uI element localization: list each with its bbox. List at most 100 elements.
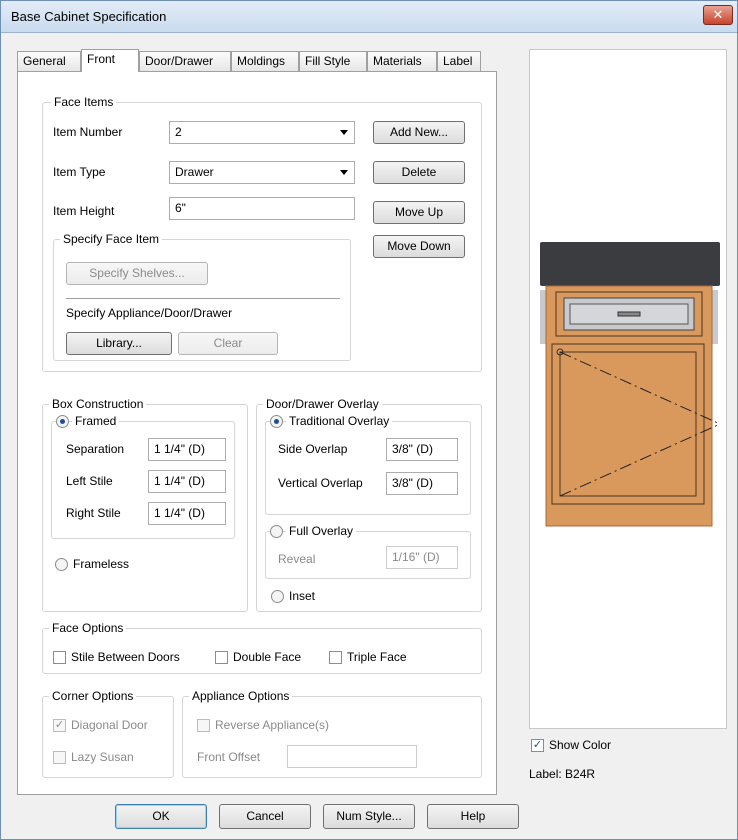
lazy-susan-label: Lazy Susan [71,750,134,764]
specify-face-item-legend: Specify Face Item [60,232,163,246]
full-overlay-group: Full Overlay Reveal 1/16" (D) [265,524,471,579]
reverse-appliance-label: Reverse Appliance(s) [215,718,330,732]
window-title: Base Cabinet Specification [11,9,167,24]
specify-shelves-button[interactable]: Specify Shelves... [66,262,208,285]
diagonal-door-label: Diagonal Door [71,718,148,732]
face-options-legend: Face Options [49,621,127,635]
tab-door-drawer[interactable]: Door/Drawer [139,51,231,71]
traditional-overlay-radio[interactable] [270,415,283,428]
front-offset-field[interactable] [287,745,417,768]
close-icon: ✕ [712,7,724,22]
item-height-field[interactable]: 6" [169,197,355,220]
move-up-button[interactable]: Move Up [373,201,465,224]
countertop [540,242,720,286]
inset-radio[interactable] [271,590,284,603]
tab-front[interactable]: Front [81,49,139,72]
side-overlap-field[interactable]: 3/8" (D) [386,438,458,461]
item-type-select[interactable]: Drawer [169,161,355,184]
checkmark-icon: ✓ [532,739,543,751]
num-style-button[interactable]: Num Style... [323,804,415,829]
left-stile-field[interactable]: 1 1/4" (D) [148,470,226,493]
cabinet-label-text: Label: B24R [529,767,596,781]
stile-between-doors-label: Stile Between Doors [71,650,180,664]
show-color-checkbox[interactable]: ✓ [531,739,544,752]
tab-general[interactable]: General [17,51,81,71]
face-items-legend: Face Items [51,95,117,109]
appliance-options-legend: Appliance Options [189,689,293,703]
close-button[interactable]: ✕ [703,5,733,25]
appliance-options-group: Appliance Options Reverse Appliance(s) F… [182,689,482,778]
cancel-button[interactable]: Cancel [219,804,311,829]
corner-options-legend: Corner Options [49,689,137,703]
right-stile-label: Right Stile [66,506,121,520]
specify-appliance-label: Specify Appliance/Door/Drawer [66,306,233,320]
help-button[interactable]: Help [427,804,519,829]
reveal-field[interactable]: 1/16" (D) [386,546,458,569]
lazy-susan-checkbox[interactable] [53,751,66,764]
corner-options-group: Corner Options ✓ Diagonal Door Lazy Susa… [42,689,174,778]
side-overlap-label: Side Overlap [278,442,348,456]
full-overlay-label: Full Overlay [286,524,357,538]
add-new-button[interactable]: Add New... [373,121,465,144]
clear-button[interactable]: Clear [178,332,278,355]
separation-label: Separation [66,442,125,456]
vertical-overlap-field[interactable]: 3/8" (D) [386,472,458,495]
box-construction-group: Box Construction Framed Separation 1 1/4… [42,397,248,612]
cabinet-preview-image [540,242,721,527]
separation-field[interactable]: 1 1/4" (D) [148,438,226,461]
item-height-label: Item Height [53,204,115,218]
stile-between-doors-checkbox[interactable] [53,651,66,664]
double-face-label: Double Face [233,650,302,664]
ok-button[interactable]: OK [115,804,207,829]
triple-face-checkbox[interactable] [329,651,342,664]
item-number-value: 2 [175,125,182,139]
delete-button[interactable]: Delete [373,161,465,184]
diagonal-door-checkbox[interactable]: ✓ [53,719,66,732]
move-down-button[interactable]: Move Down [373,235,465,258]
right-stile-field[interactable]: 1 1/4" (D) [148,502,226,525]
chevron-down-icon [340,170,348,175]
title-bar[interactable]: Base Cabinet Specification ✕ [1,1,737,33]
reverse-appliance-checkbox[interactable] [197,719,210,732]
item-number-label: Item Number [53,125,123,139]
right-filler [712,290,718,344]
face-items-group: Face Items Item Number 2 Add New... Item… [42,95,482,372]
tab-label[interactable]: Label [437,51,481,71]
checkmark-icon: ✓ [54,719,65,731]
frameless-radio[interactable] [55,558,68,571]
tab-materials[interactable]: Materials [367,51,437,71]
drawer-handle [617,311,641,317]
divider [66,298,340,299]
front-offset-label: Front Offset [197,750,261,764]
left-filler [540,290,546,344]
item-type-label: Item Type [53,165,106,179]
framed-label: Framed [72,414,120,428]
face-options-group: Face Options Stile Between Doors Double … [42,621,482,674]
library-button[interactable]: Library... [66,332,172,355]
inset-label: Inset [289,589,316,603]
chevron-down-icon [340,130,348,135]
dialog-window: Base Cabinet Specification ✕ General Fro… [0,0,738,840]
tab-fill-style[interactable]: Fill Style [299,51,367,71]
reveal-label: Reveal [278,552,316,566]
show-color-label: Show Color [549,738,612,752]
frameless-label: Frameless [73,557,130,571]
cabinet-preview [529,49,727,729]
box-construction-legend: Box Construction [49,397,147,411]
vertical-overlap-label: Vertical Overlap [278,476,363,490]
item-type-value: Drawer [175,165,214,179]
specify-face-item-group: Specify Face Item Specify Shelves... Spe… [53,232,351,361]
overlay-group: Door/Drawer Overlay Traditional Overlay … [256,397,482,612]
traditional-overlay-group: Traditional Overlay Side Overlap 3/8" (D… [265,414,471,515]
left-stile-label: Left Stile [66,474,113,488]
full-overlay-radio[interactable] [270,525,283,538]
triple-face-label: Triple Face [347,650,407,664]
framed-radio[interactable] [56,415,69,428]
item-number-select[interactable]: 2 [169,121,355,144]
overlay-legend: Door/Drawer Overlay [263,397,382,411]
double-face-checkbox[interactable] [215,651,228,664]
tab-moldings[interactable]: Moldings [231,51,299,71]
framed-group: Framed Separation 1 1/4" (D) Left Stile … [51,414,235,539]
tab-panel-front: Face Items Item Number 2 Add New... Item… [17,71,497,795]
traditional-overlay-label: Traditional Overlay [286,414,393,428]
